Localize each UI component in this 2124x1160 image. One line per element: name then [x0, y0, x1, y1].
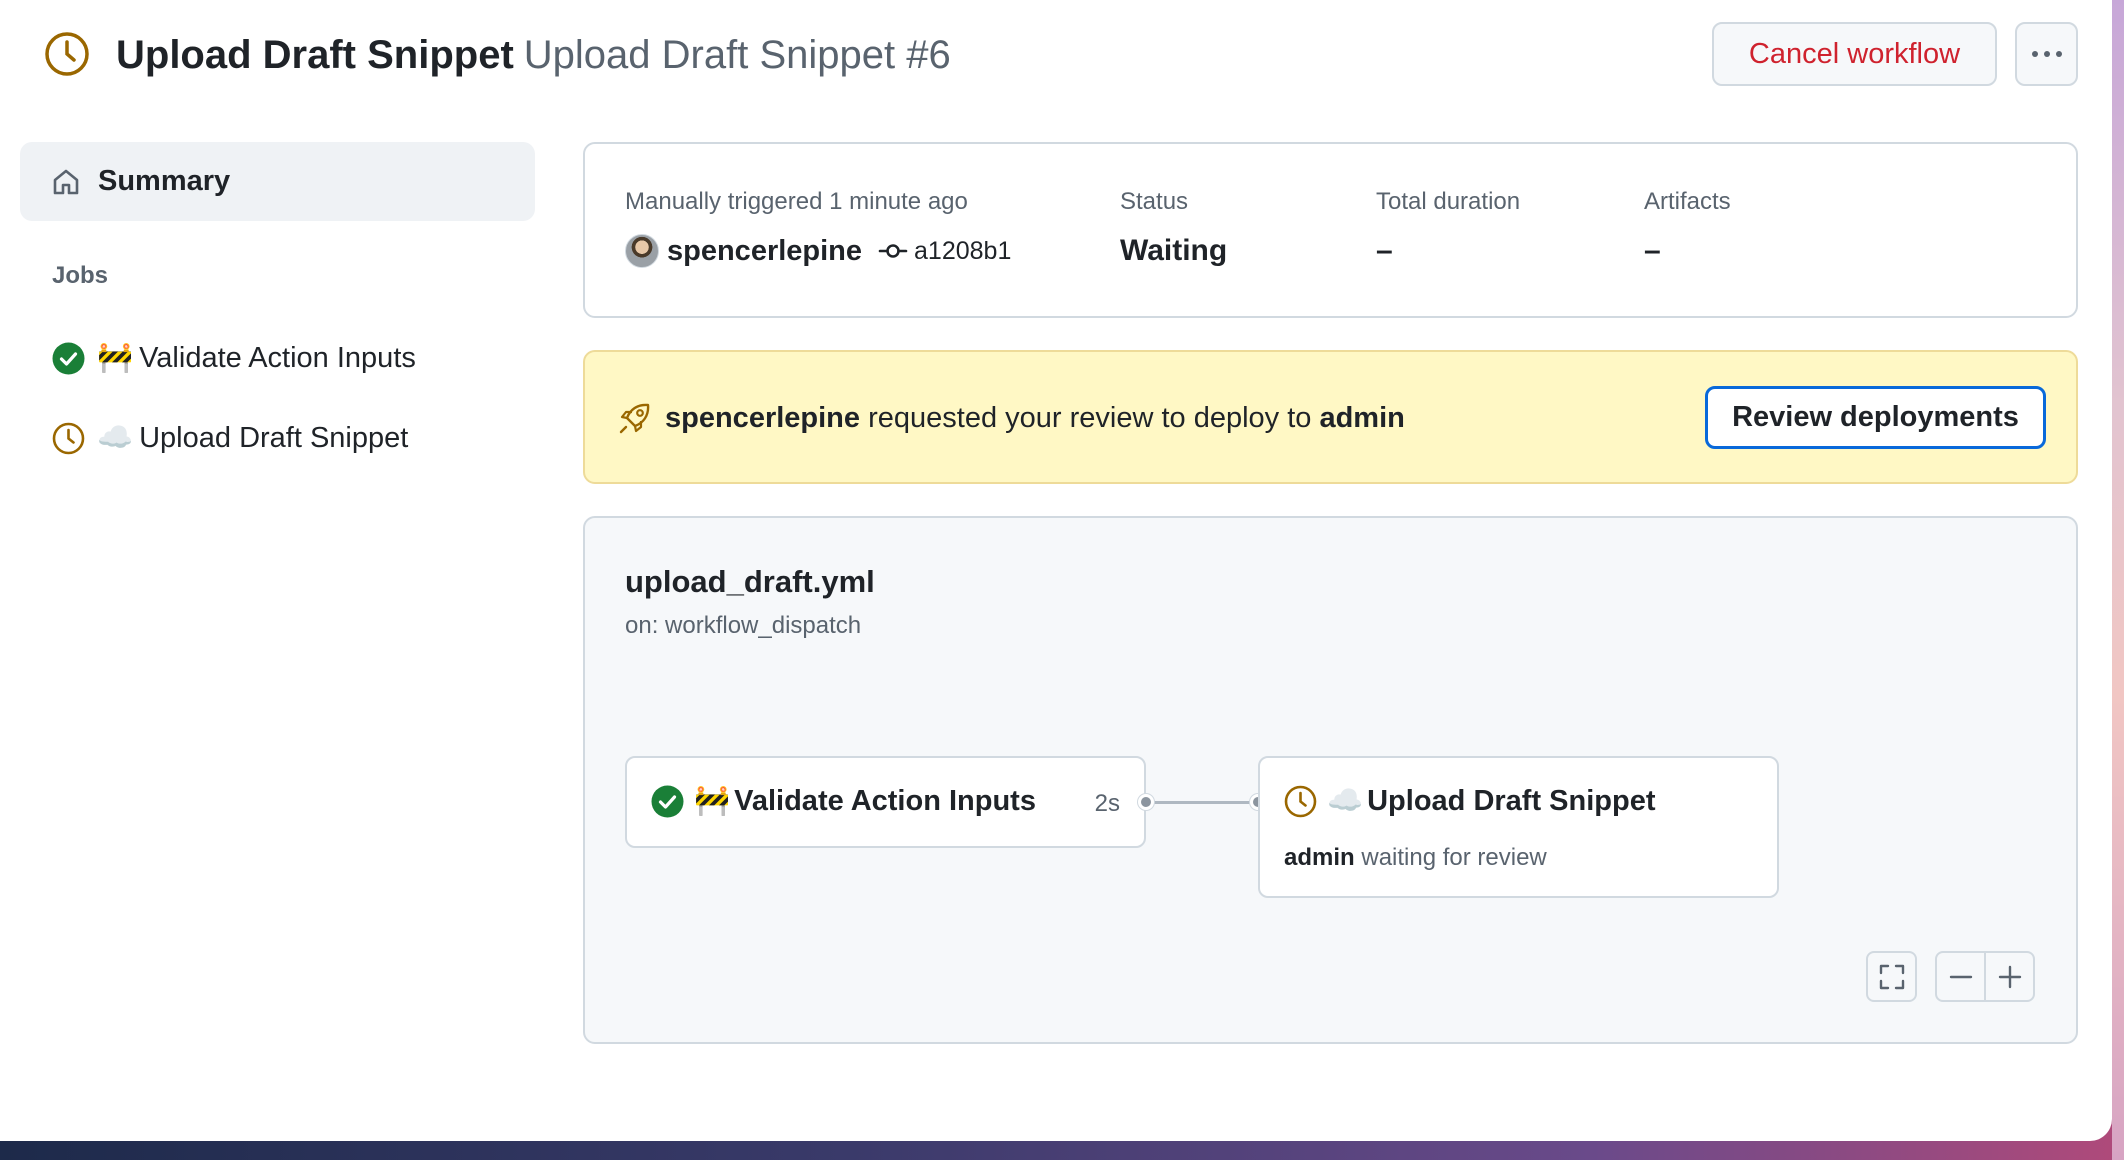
sidebar-job-upload[interactable]: ☁️ Upload Draft Snippet — [52, 418, 408, 458]
workflow-graph: upload_draft.yml on: workflow_dispatch 🚧… — [583, 516, 2078, 1044]
trigger-label: Manually triggered 1 minute ago — [625, 188, 968, 215]
duration-label: Total duration — [1376, 188, 1521, 215]
workflow-trigger: on: workflow_dispatch — [625, 612, 862, 639]
graph-node-upload[interactable]: ☁️ Upload Draft Snippet admin waiting fo… — [1258, 756, 1779, 898]
sidebar-job-label: Upload Draft Snippet — [139, 421, 409, 454]
trigger-details: spencerlepine a1208b1 — [625, 234, 1011, 268]
workflow-run-window: Upload Draft Snippet Upload Draft Snippet… — [0, 0, 2112, 1141]
zoom-out-button[interactable] — [1935, 951, 1986, 1002]
plus-icon — [1998, 965, 2021, 988]
construction-emoji: 🚧 — [97, 342, 134, 374]
duration-value: – — [1376, 234, 1393, 267]
actor-link[interactable]: spencerlepine — [667, 235, 862, 268]
graph-connector — [1146, 801, 1258, 804]
node-label: Upload Draft Snippet — [1367, 784, 1656, 817]
cancel-workflow-button[interactable]: Cancel workflow — [1712, 22, 1997, 86]
node-environment: admin — [1284, 844, 1355, 871]
banner-message: spencerlepine requested your review to d… — [665, 402, 1405, 435]
commit-link[interactable]: a1208b1 — [914, 237, 1011, 266]
connector-dot-out — [1138, 794, 1154, 810]
sidebar-job-validate[interactable]: 🚧 Validate Action Inputs — [52, 338, 416, 378]
banner-text: requested your review to deploy to — [868, 402, 1312, 434]
cloud-emoji: ☁️ — [1327, 785, 1364, 817]
check-circle-icon — [52, 342, 85, 374]
kebab-horizontal-icon — [2029, 51, 2065, 57]
rocket-icon — [619, 403, 650, 434]
node-substatus-text: waiting for review — [1361, 844, 1547, 871]
desktop-background — [2112, 0, 2124, 1160]
run-title: Upload Draft Snippet #6 — [523, 33, 951, 77]
artifacts-label: Artifacts — [1644, 188, 1731, 215]
construction-emoji: 🚧 — [694, 785, 731, 817]
node-duration: 2s — [1094, 790, 1120, 817]
run-summary-card: Manually triggered 1 minute ago spencerl… — [583, 142, 2078, 318]
status-value: Waiting — [1120, 234, 1228, 267]
status-label: Status — [1120, 188, 1189, 215]
git-commit-icon — [878, 244, 908, 258]
page-title: Upload Draft Snippet Upload Draft Snippet… — [116, 28, 951, 82]
workflow-file-name[interactable]: upload_draft.yml — [625, 564, 875, 600]
deployment-review-banner: spencerlepine requested your review to d… — [583, 350, 2078, 484]
review-deployments-button[interactable]: Review deployments — [1705, 386, 2046, 449]
minus-icon — [1949, 975, 1972, 978]
clock-icon — [45, 32, 89, 76]
sidebar-job-label: Validate Action Inputs — [139, 341, 416, 374]
clock-icon — [1284, 785, 1317, 817]
node-label: Validate Action Inputs — [734, 784, 1036, 817]
fullscreen-button[interactable] — [1866, 951, 1917, 1002]
sidebar-item-summary[interactable]: Summary — [20, 142, 535, 221]
check-circle-icon — [651, 785, 684, 817]
cloud-emoji: ☁️ — [97, 422, 134, 454]
job-title: Upload Draft Snippet — [116, 33, 514, 77]
avatar[interactable] — [625, 234, 659, 268]
banner-environment: admin — [1319, 402, 1405, 434]
banner-user[interactable]: spencerlepine — [665, 402, 860, 434]
home-icon — [53, 169, 79, 194]
sidebar-item-label: Summary — [98, 165, 231, 197]
zoom-in-button[interactable] — [1984, 951, 2035, 1002]
clock-icon — [52, 422, 85, 454]
fullscreen-icon — [1879, 964, 1904, 989]
node-substatus: admin waiting for review — [1284, 844, 1547, 872]
more-options-button[interactable] — [2015, 22, 2078, 86]
graph-node-validate[interactable]: 🚧 Validate Action Inputs 2s — [625, 756, 1146, 848]
artifacts-value: – — [1644, 234, 1661, 267]
jobs-heading: Jobs — [52, 262, 109, 289]
